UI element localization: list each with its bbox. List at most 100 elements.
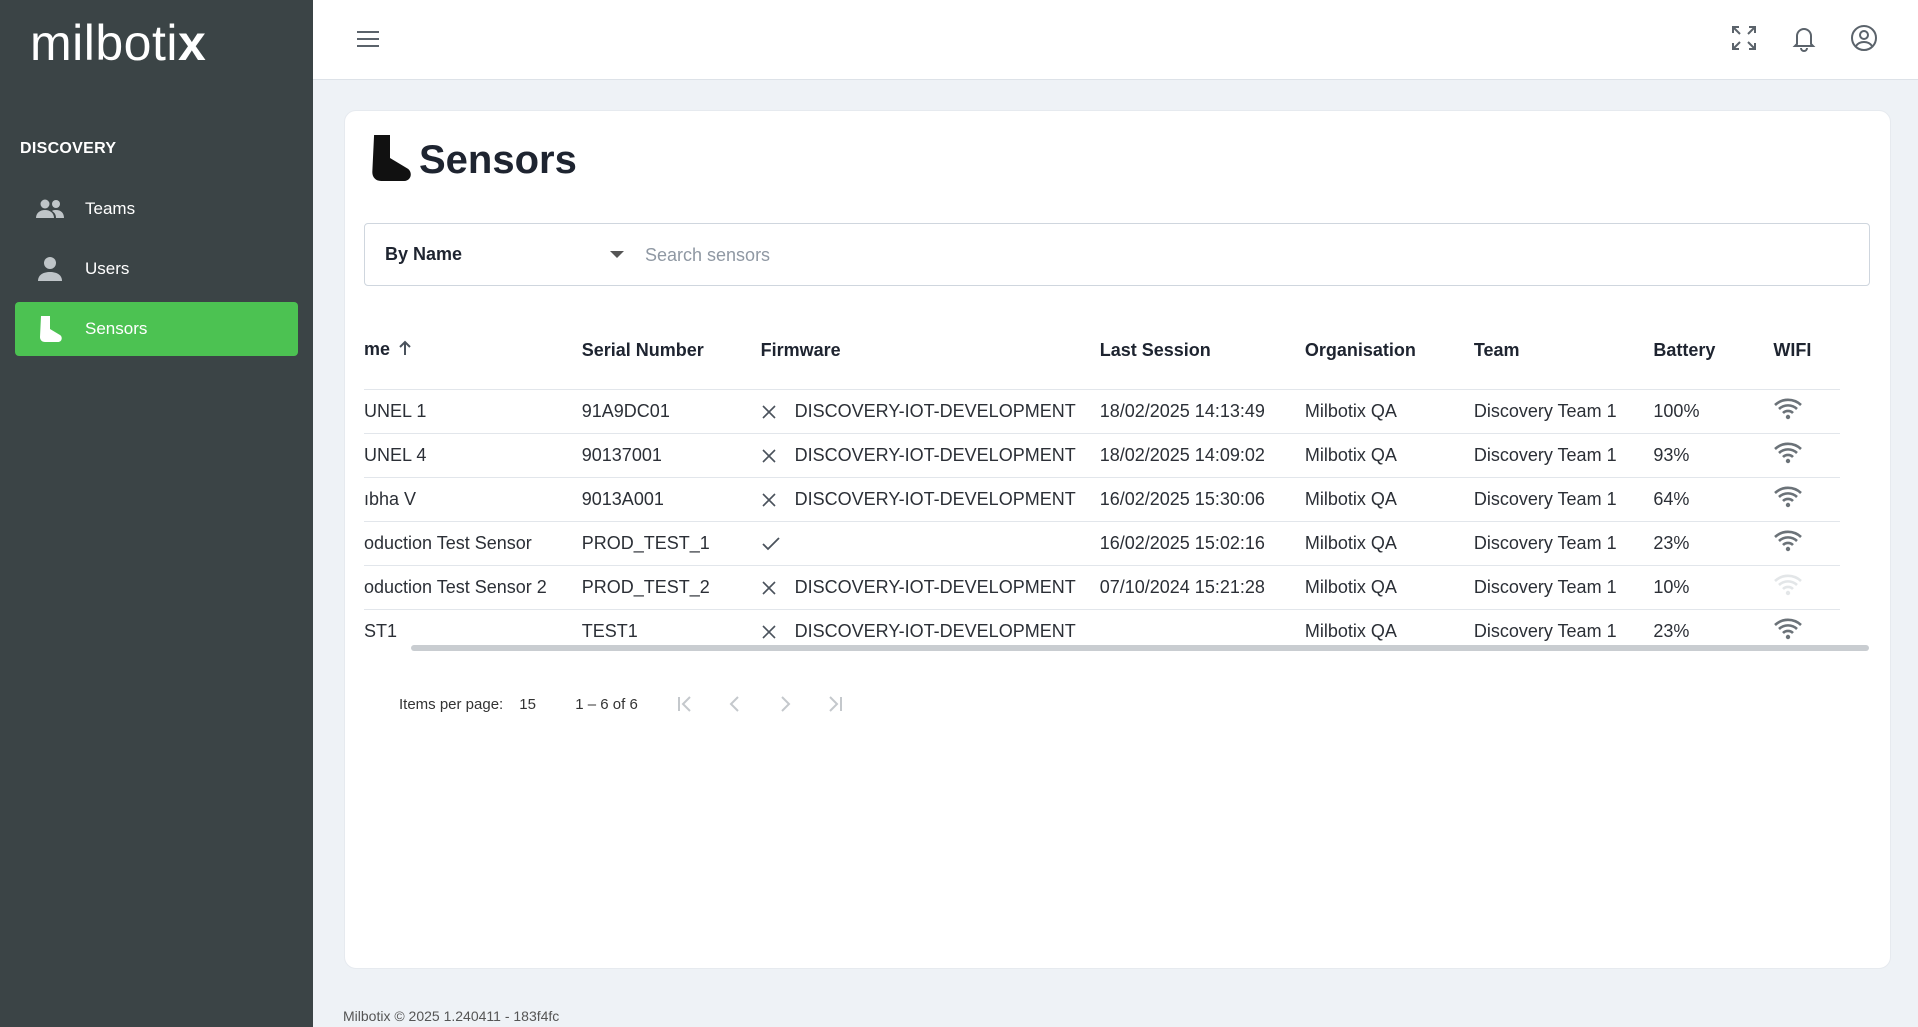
cell-firmware: [760, 521, 1100, 566]
firmware-text: DISCOVERY-IOT-DEVELOPMENT: [794, 577, 1076, 597]
cell-name: oduction Test Sensor 2: [364, 565, 582, 610]
next-page-icon[interactable]: [760, 689, 810, 719]
chevron-down-icon: [610, 251, 624, 258]
top-bar: [313, 0, 1918, 80]
logo[interactable]: milbotix: [30, 14, 206, 72]
column-header-serial[interactable]: Serial Number: [582, 311, 761, 390]
cell-name: UNEL 1: [364, 389, 582, 434]
table-row[interactable]: ıbha V 9013A001 DISCOVERY-IOT-DEVELOPMENT 1…: [364, 477, 1840, 522]
account-icon[interactable]: [1848, 22, 1880, 54]
search-input[interactable]: [643, 236, 1847, 274]
cell-last-session: 16/02/2025 15:02:16: [1099, 521, 1305, 566]
sock-icon: [35, 314, 65, 344]
cell-serial: TEST1: [581, 609, 761, 641]
sensors-table: me Serial Number Firmware Last Session O…: [364, 311, 1840, 641]
wifi-icon: [1773, 530, 1803, 557]
horizontal-scrollbar[interactable]: [411, 645, 1869, 651]
cell-name: ST1: [364, 609, 582, 641]
wifi-icon: [1773, 442, 1803, 469]
cell-battery: 64%: [1653, 477, 1774, 522]
cell-organisation: Milbotix QA: [1304, 521, 1474, 566]
cell-organisation: Milbotix QA: [1304, 609, 1474, 641]
sensors-table-container[interactable]: me Serial Number Firmware Last Session O…: [364, 311, 1870, 641]
cell-team: Discovery Team 1: [1473, 477, 1654, 522]
sidebar-item-teams[interactable]: Teams: [15, 182, 298, 236]
cell-name: ıbha V: [364, 477, 582, 522]
paginator: Items per page: 15 1 – 6 of 6: [399, 689, 860, 719]
logo-text: milboti: [30, 15, 178, 71]
filter-select[interactable]: By Name: [385, 224, 624, 285]
column-header-organisation[interactable]: Organisation: [1305, 311, 1474, 390]
sidebar-item-users[interactable]: Users: [15, 242, 298, 296]
table-row[interactable]: UNEL 4 90137001 DISCOVERY-IOT-DEVELOPMENT 1…: [364, 433, 1840, 478]
page-range: 1 – 6 of 6: [575, 695, 638, 713]
check-icon: [761, 536, 795, 552]
column-header-wifi[interactable]: WIFI: [1773, 311, 1840, 390]
cell-wifi: [1773, 433, 1840, 478]
sock-icon: [367, 133, 413, 188]
table-header-row: me Serial Number Firmware Last Session O…: [364, 311, 1840, 390]
column-header-firmware[interactable]: Firmware: [761, 311, 1100, 390]
menu-icon[interactable]: [355, 26, 381, 52]
table-row[interactable]: UNEL 1 91A9DC01 DISCOVERY-IOT-DEVELOPMENT 1…: [364, 389, 1840, 434]
cell-firmware: DISCOVERY-IOT-DEVELOPMENT: [760, 609, 1100, 641]
cell-serial: 9013A001: [581, 477, 761, 522]
section-title: DISCOVERY: [20, 140, 117, 157]
page-title: Sensors: [419, 138, 577, 182]
firmware-text: DISCOVERY-IOT-DEVELOPMENT: [794, 401, 1076, 421]
close-icon: [761, 404, 795, 420]
items-per-page-label: Items per page:: [399, 695, 504, 713]
sidebar-item-sensors[interactable]: Sensors: [15, 302, 298, 356]
cell-wifi: [1773, 477, 1840, 522]
cell-last-session: 16/02/2025 15:30:06: [1099, 477, 1305, 522]
firmware-text: DISCOVERY-IOT-DEVELOPMENT: [794, 621, 1076, 641]
column-header-battery[interactable]: Battery: [1653, 311, 1773, 390]
cell-firmware: DISCOVERY-IOT-DEVELOPMENT: [760, 433, 1100, 478]
cell-wifi: [1773, 609, 1840, 641]
search-bar: By Name: [364, 223, 1870, 286]
page-size-select[interactable]: 15: [519, 696, 575, 713]
last-page-icon[interactable]: [810, 689, 860, 719]
filter-select-value: By Name: [385, 244, 463, 264]
cell-team: Discovery Team 1: [1473, 609, 1654, 641]
cell-firmware: DISCOVERY-IOT-DEVELOPMENT: [760, 389, 1100, 434]
column-header-last-session[interactable]: Last Session: [1100, 311, 1305, 390]
page-header: Sensors: [367, 133, 577, 188]
cell-wifi: [1773, 521, 1840, 566]
cell-serial: PROD_TEST_2: [581, 565, 761, 610]
cell-firmware: DISCOVERY-IOT-DEVELOPMENT: [760, 477, 1100, 522]
firmware-text: DISCOVERY-IOT-DEVELOPMENT: [794, 489, 1076, 509]
sidebar-item-label: Teams: [85, 199, 136, 218]
bell-icon[interactable]: [1788, 22, 1820, 54]
sidebar-item-label: Users: [85, 259, 130, 278]
close-icon: [761, 580, 795, 596]
arrow-up-icon: [398, 340, 412, 361]
wifi-icon: [1773, 398, 1803, 425]
cell-battery: 23%: [1653, 609, 1774, 641]
cell-wifi: [1773, 565, 1840, 610]
previous-page-icon[interactable]: [710, 689, 760, 719]
cell-battery: 10%: [1653, 565, 1774, 610]
cell-battery: 100%: [1653, 389, 1774, 434]
table-row[interactable]: oduction Test Sensor PROD_TEST_1 16/02/202…: [364, 521, 1840, 566]
cell-last-session: [1099, 609, 1305, 641]
logo-x: x: [177, 15, 207, 71]
table-row[interactable]: ST1 TEST1 DISCOVERY-IOT-DEVELOPMENT Milboti…: [364, 609, 1840, 641]
cell-organisation: Milbotix QA: [1304, 433, 1474, 478]
cell-team: Discovery Team 1: [1473, 389, 1654, 434]
wifi-off-icon: [1773, 574, 1803, 601]
cell-wifi: [1773, 389, 1840, 434]
column-header-team[interactable]: Team: [1474, 311, 1654, 390]
cell-serial: 90137001: [581, 433, 761, 478]
table-row[interactable]: oduction Test Sensor 2 PROD_TEST_2 DISCOVE…: [364, 565, 1840, 610]
column-header-name[interactable]: me: [364, 311, 582, 390]
cell-team: Discovery Team 1: [1473, 433, 1654, 478]
fullscreen-icon[interactable]: [1728, 22, 1760, 54]
first-page-icon[interactable]: [660, 689, 710, 719]
person-icon: [35, 254, 65, 284]
sidebar: milbotix DISCOVERY Teams Users Sensors: [0, 0, 313, 1027]
footer: Milbotix © 2025 1.240411 - 183f4fc: [343, 1008, 560, 1024]
cell-battery: 93%: [1653, 433, 1774, 478]
cell-battery: 23%: [1653, 521, 1774, 566]
column-header-label: me: [364, 339, 391, 360]
